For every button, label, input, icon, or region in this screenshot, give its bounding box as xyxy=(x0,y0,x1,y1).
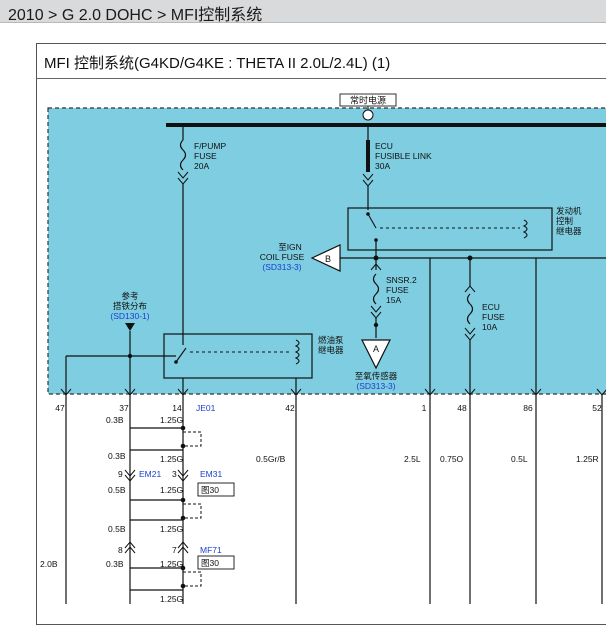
ecu-link-label-2: FUSIBLE LINK xyxy=(375,151,432,161)
ecu-fuse-label-2: FUSE xyxy=(482,312,505,322)
snsr-fuse-node xyxy=(373,322,379,328)
pin-52: 52 xyxy=(592,403,602,413)
power-terminal xyxy=(362,109,374,121)
snsr-label-2: FUSE xyxy=(386,285,409,295)
wiring-schematic: 常时电源 F/PUMP FUSE 20A ECU FUSIBLE LINK 30… xyxy=(40,93,606,604)
fpump-label-2: FUSE xyxy=(194,151,217,161)
fuel-pump-relay-node xyxy=(174,360,178,364)
wire-label-125g-a: 1.25G xyxy=(160,415,183,425)
ecu-link-label-3: 30A xyxy=(375,161,390,171)
splice-node-3 xyxy=(180,497,186,503)
ground-ref-label-2: 搭铁分布 xyxy=(113,301,147,311)
ecu-fuse-label-3: 10A xyxy=(482,322,497,332)
ground-ref-code: (SD130-1) xyxy=(110,311,149,321)
engine-relay-label-1: 发动机 xyxy=(556,206,582,216)
wire-label-075o: 0.75O xyxy=(440,454,464,464)
connector-em21: EM21 xyxy=(139,469,161,479)
splice-node-1 xyxy=(180,425,186,431)
connector-mf71: MF71 xyxy=(200,545,222,555)
fig30-label-a: 图30 xyxy=(201,485,219,495)
em31-pin: 3 xyxy=(172,469,177,479)
wire-label-25l: 2.5L xyxy=(404,454,421,464)
oxygen-sensor-label: 至氧传感器 xyxy=(355,371,398,381)
wire-label-125g-b: 1.25G xyxy=(160,454,183,464)
ign-coil-label-1: 至IGN xyxy=(278,242,302,252)
connector-a-label: A xyxy=(373,344,379,354)
wire-label-125r: 1.25R xyxy=(576,454,599,464)
connector-em31: EM31 xyxy=(200,469,222,479)
splice-bracket-2 xyxy=(183,503,202,519)
pin-47: 47 xyxy=(55,403,65,413)
wire-label-03b-b: 0.3B xyxy=(108,451,126,461)
fuel-pump-relay-label-2: 继电器 xyxy=(318,345,344,355)
ign-coil-label-2: COIL FUSE xyxy=(260,252,305,262)
mf71-pin-left: 8 xyxy=(118,545,123,555)
connector-je01: JE01 xyxy=(196,403,216,413)
ecu-fusible-link-symbol xyxy=(366,140,370,172)
pin-1: 1 xyxy=(422,403,427,413)
splice-node-2 xyxy=(180,443,186,449)
pin-42: 42 xyxy=(285,403,295,413)
connector-b-label: B xyxy=(325,254,331,264)
ecu-fuse-label-1: ECU xyxy=(482,302,500,312)
snsr-label-3: 15A xyxy=(386,295,401,305)
constant-power-label: 常时电源 xyxy=(350,95,386,106)
wire-label-125g-c: 1.25G xyxy=(160,485,183,495)
pin-86: 86 xyxy=(523,403,533,413)
engine-relay-node-1 xyxy=(366,212,370,216)
fig30-label-b: 图30 xyxy=(201,558,219,568)
wire-label-125g-d: 1.25G xyxy=(160,524,183,534)
pin-37: 37 xyxy=(119,403,129,413)
pin-48: 48 xyxy=(457,403,467,413)
splice-node-6 xyxy=(180,583,186,589)
oxygen-sensor-ref: (SD313-3) xyxy=(356,381,395,391)
ign-coil-ref: (SD313-3) xyxy=(262,262,301,272)
ecu-link-label-1: ECU xyxy=(375,141,393,151)
pin-14: 14 xyxy=(172,403,182,413)
engine-relay-label-2: 控制 xyxy=(556,216,573,226)
snsr-label-1: SNSR.2 xyxy=(386,275,417,285)
fpump-label-1: F/PUMP xyxy=(194,141,226,151)
wire-label-03b-c: 0.3B xyxy=(106,559,124,569)
wire-label-05b-b: 0.5B xyxy=(108,524,126,534)
wire-label-05l: 0.5L xyxy=(511,454,528,464)
splice-bracket-1 xyxy=(183,431,202,447)
ground-ref-label-1: 参考 xyxy=(121,291,138,301)
fuel-pump-relay-label-1: 燃油泵 xyxy=(318,335,344,345)
wire-label-125g-e: 1.25G xyxy=(160,559,183,569)
wire-label-05grb: 0.5Gr/B xyxy=(256,454,286,464)
wire-label-05b-a: 0.5B xyxy=(108,485,126,495)
wire-label-03b-a: 0.3B xyxy=(106,415,124,425)
splice-bracket-3 xyxy=(183,571,202,587)
fpump-label-3: 20A xyxy=(194,161,209,171)
wire-label-20b: 2.0B xyxy=(40,559,58,569)
wire-label-125g-f: 1.25G xyxy=(160,594,183,604)
mf71-pin-right: 7 xyxy=(172,545,177,555)
engine-relay-label-3: 继电器 xyxy=(556,226,582,236)
em21-pin: 9 xyxy=(118,469,123,479)
